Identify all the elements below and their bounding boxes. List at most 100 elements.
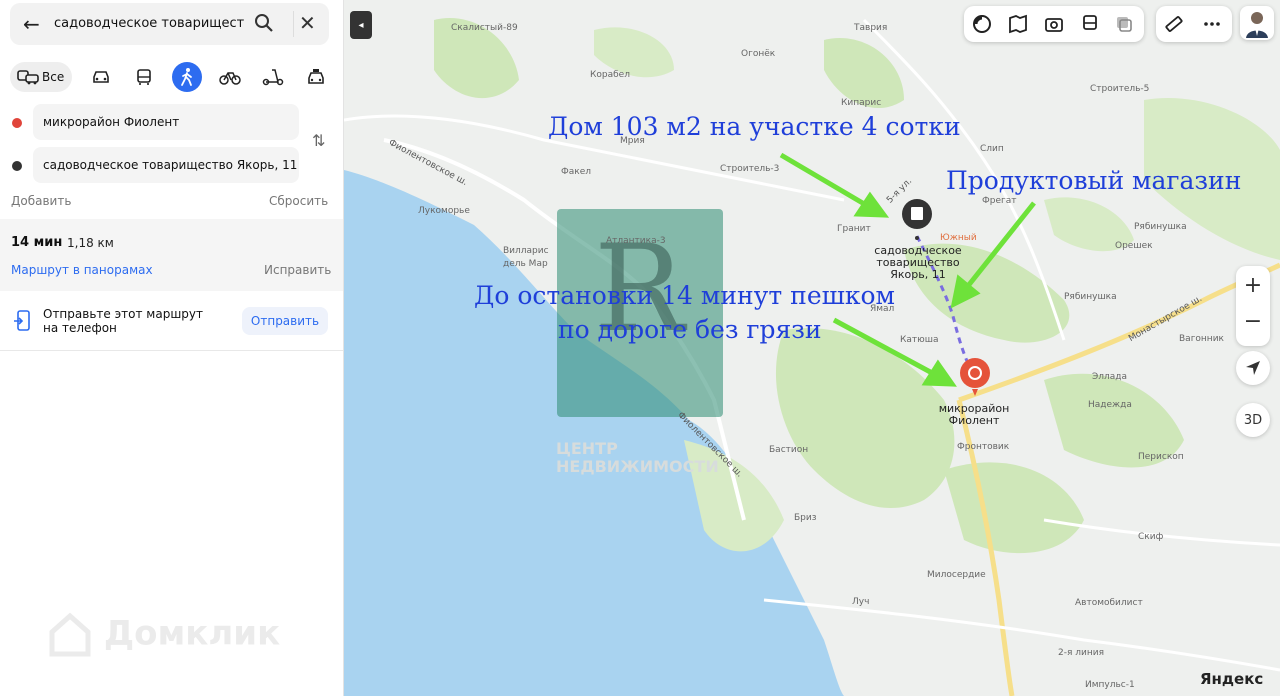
three-d-button[interactable]: 3D [1236,403,1270,437]
bicycle-icon [219,72,241,85]
center-watermark-line2: НЕДВИЖИМОСТИ [556,457,719,476]
phone-send-icon [14,310,30,331]
pedestrian-icon [181,68,192,86]
yandex-logo: Яндекс [1200,670,1264,688]
route-time: 14 мин [11,235,63,250]
search-icon[interactable] [254,13,274,37]
mode-car-button[interactable] [86,62,116,92]
destination-dot-icon [12,161,22,171]
all-modes-icon [17,70,39,85]
send-button[interactable]: Отправить [242,307,328,335]
location-arrow-icon [1246,361,1260,375]
map-label: Катюша [900,335,939,345]
map-label: Импульс-1 [1085,680,1135,690]
map-label: Перископ [1138,452,1184,462]
mode-walk-button[interactable] [172,62,202,92]
map-label: Рябинушка [1134,222,1187,232]
taxi-icon [308,69,324,84]
search-separator [293,11,294,37]
search-query[interactable]: садоводческое товарищество Якорь, 11 [54,16,244,31]
domclick-watermark: Домклик [48,612,280,658]
mode-all-label: Все [42,70,65,84]
back-arrow-icon[interactable]: ← [23,13,40,35]
reset-link[interactable]: Сбросить [269,194,328,208]
tools-toolbar [1156,6,1232,42]
map-base: R [344,18,1280,696]
map-label: 2-я линия [1058,648,1104,658]
map-label: Лукоморье [418,206,470,216]
zoom-out-button[interactable]: − [1236,302,1270,340]
center-watermark: ЦЕНТР НЕДВИЖИМОСТИ [556,440,719,476]
route-distance: 1,18 км [67,236,114,250]
map-label: Надежда [1088,400,1132,410]
send-to-phone-row: Отправьте этот маршрут на телефон Отправ… [0,300,343,350]
map-label: Фронтовик [957,442,1010,452]
locate-button[interactable] [1236,351,1270,385]
map-label: Слип [980,144,1004,154]
map-label: Автомобилист [1075,598,1143,608]
origin-value: микрорайон Фиолент [43,115,180,129]
add-point-link[interactable]: Добавить [11,194,71,208]
mode-bike-button[interactable] [215,62,245,92]
caption-stop-line2: по дороге без грязи [558,315,822,344]
map-book-icon[interactable] [1008,14,1028,34]
mode-all-button[interactable]: Все [10,62,72,92]
send-to-phone-text: Отправьте этот маршрут на телефон [43,307,204,335]
center-watermark-line1: ЦЕНТР [556,439,618,458]
map-label: Огонёк [741,49,776,59]
caption-house: Дом 103 м2 на участке 4 сотки [548,112,961,141]
zoom-control: + − [1236,266,1270,346]
map-label: Гранит [837,224,871,234]
domclick-text: Домклик [103,613,281,654]
map-view[interactable]: R Скалистый-89 Таврия Огонёк Корабел Кип… [344,0,1280,696]
destination-value: садоводческое товарищество Якорь, 11 [43,158,298,172]
mode-bus-button[interactable] [129,62,159,92]
transit-icon[interactable] [1080,14,1100,34]
map-label: Атлантика-3 [606,236,666,246]
user-avatar[interactable] [1240,6,1274,40]
zoom-in-button[interactable]: + [1236,266,1270,304]
map-label: Эллада [1092,372,1128,382]
panorama-camera-icon[interactable] [1044,14,1064,34]
start-pin-line3: Якорь, 11 [890,268,946,281]
map-label: Бриз [794,513,817,523]
avatar-icon [1246,12,1268,38]
origin-dot-icon [12,118,22,128]
destination-field[interactable]: садоводческое товарищество Якорь, 11 [33,147,299,183]
panorama-link[interactable]: Маршрут в панорамах [11,263,153,277]
close-icon[interactable]: ✕ [299,12,316,34]
domclick-logo-icon [49,612,91,657]
map-label: Южный [940,233,977,243]
map-label: Луч [852,597,870,607]
map-label: Строитель-5 [1090,84,1150,94]
end-pin-line2: Фиолент [948,414,1000,427]
bus-icon [137,69,151,85]
map-label: Орешек [1115,241,1153,251]
car-icon [93,71,109,83]
swap-icon[interactable]: ⇅ [312,131,325,150]
panel-divider [0,350,343,351]
layers-icon[interactable] [972,14,992,34]
map-label: дель Мар [503,259,548,269]
map-label: Строитель-3 [720,164,780,174]
collapse-panel-button[interactable]: ◂ [350,11,372,39]
ruler-icon[interactable] [1164,14,1184,34]
traffic-layer-icon[interactable] [1114,14,1134,34]
map-label: Корабел [590,70,630,80]
search-bar[interactable]: ← садоводческое товарищество Якорь, 11 ✕ [10,3,329,45]
map-label: Бастион [769,445,809,455]
map-label: Милосердие [927,570,986,580]
route-panel: ← садоводческое товарищество Якорь, 11 ✕… [0,0,344,696]
mode-taxi-button[interactable] [301,62,331,92]
route-summary[interactable]: 14 мин 1,18 км Маршрут в панорамах Испра… [0,219,343,291]
map-label: Скиф [1138,532,1164,542]
start-pin-label: садоводческое товарищество Якорь, 11 [860,245,976,281]
mode-scooter-button[interactable] [258,62,288,92]
map-label: Вагонник [1179,334,1224,344]
fix-route-link[interactable]: Исправить [264,263,331,277]
map-label: Скалистый-89 [451,23,518,33]
more-icon[interactable] [1202,14,1222,34]
map-label: Таврия [854,23,888,33]
scooter-icon [262,69,284,86]
origin-field[interactable]: микрорайон Фиолент [33,104,299,140]
